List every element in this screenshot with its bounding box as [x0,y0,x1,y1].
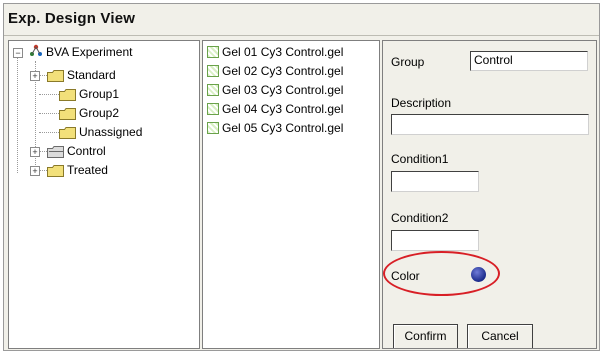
folder-icon [59,126,76,139]
folder-icon [59,88,76,101]
group-field[interactable]: Control [470,51,588,71]
folder-icon [47,69,64,82]
tree-item-treated[interactable]: + Treated [9,161,199,179]
gel-file-label: Gel 02 Cy3 Control.gel [222,64,344,78]
expand-icon[interactable]: + [30,166,40,176]
condition1-field[interactable] [391,171,479,192]
gel-file-icon [207,84,219,96]
condition2-field[interactable] [391,230,479,251]
tree-item-group1[interactable]: Group1 [9,85,199,103]
confirm-button[interactable]: Confirm [393,324,458,348]
title-divider [4,35,599,36]
highlight-ellipse [383,251,500,296]
gel-list[interactable]: Gel 01 Cy3 Control.gel Gel 02 Cy3 Contro… [202,40,380,349]
tree-item-label: Unassigned [79,125,143,139]
cancel-button[interactable]: Cancel [467,324,533,348]
expand-icon[interactable]: + [30,147,40,157]
gel-file-icon [207,65,219,77]
open-folder-icon [47,145,64,158]
tree-item-unassigned[interactable]: Unassigned [9,123,199,141]
tree-item-label: Control [67,144,106,158]
expand-icon[interactable]: + [30,71,40,81]
experiment-tree[interactable]: − BVA Experiment + Standard Group1 Group… [8,40,200,349]
condition2-label: Condition2 [391,211,449,225]
tree-item-standard[interactable]: + Standard [9,66,199,84]
description-field[interactable] [391,114,589,135]
tree-item-group2[interactable]: Group2 [9,104,199,122]
tree-item-label: Group2 [79,106,120,120]
condition1-label: Condition1 [391,152,449,166]
gel-file-icon [207,103,219,115]
gel-file-label: Gel 01 Cy3 Control.gel [222,45,344,59]
exp-design-window: Exp. Design View − BVA Experiment + Stan… [3,3,600,351]
tree-item-control[interactable]: + Control [9,142,199,160]
gel-file-label: Gel 03 Cy3 Control.gel [222,83,344,97]
group-label: Group [391,55,425,69]
network-tree-icon [29,43,43,64]
gel-file-icon [207,46,219,58]
gel-file-label: Gel 04 Cy3 Control.gel [222,102,344,116]
gel-file-icon [207,122,219,134]
tree-item-label: Treated [67,163,108,177]
folder-icon [47,164,64,177]
collapse-icon[interactable]: − [13,48,23,58]
tree-item-label: Standard [67,68,116,82]
group-properties-panel: Group Control Description Condition1 Con… [382,40,597,349]
description-label: Description [391,96,452,110]
tree-item-label: Group1 [79,87,120,101]
window-title: Exp. Design View [8,10,136,27]
folder-icon [59,107,76,120]
tree-root-label: BVA Experiment [46,45,133,59]
tree-root-node[interactable]: − BVA Experiment [9,43,199,61]
gel-file-label: Gel 05 Cy3 Control.gel [222,121,344,135]
